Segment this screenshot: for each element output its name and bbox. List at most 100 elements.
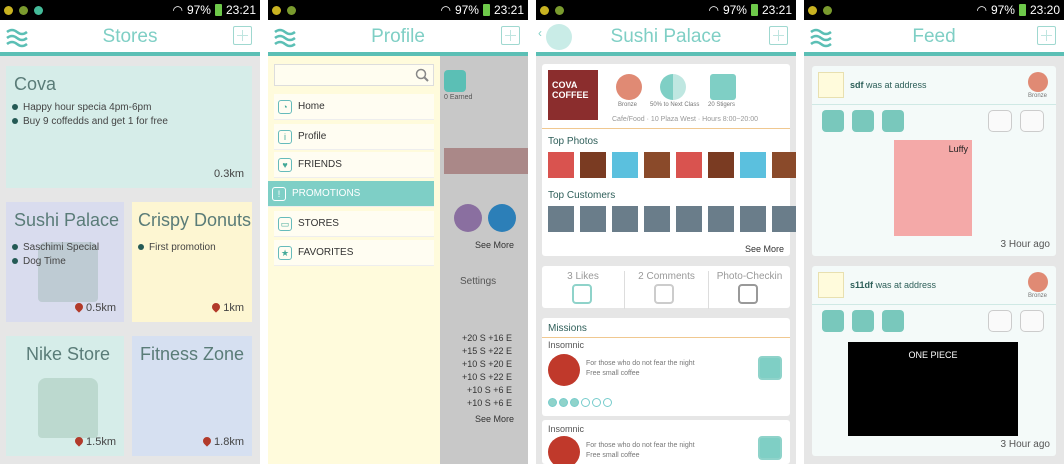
promo-line: Saschimi Special [12,242,99,253]
avatar[interactable] [818,72,844,98]
mission-avatar [548,354,580,386]
menu-item-profile[interactable]: i Profile [274,124,434,150]
meta-hours: Hours 8:00~20:00 [702,116,759,123]
comment-button[interactable] [654,284,674,304]
photo-thumbnail[interactable] [612,152,638,178]
store-card-sushi-palace[interactable]: Sushi Palace Saschimi Special Dog Time 0… [6,202,124,322]
battery-icon [750,4,758,16]
page-title: Sushi Palace [610,26,722,47]
badge-label: Bronze [1028,293,1048,299]
divider [812,304,1056,305]
menu-item-favorites[interactable]: ★ FAVORITES [274,240,434,266]
post-image[interactable]: ONE PIECE [848,342,1018,436]
comment-button[interactable] [1020,110,1044,132]
like-button[interactable] [988,310,1012,332]
store-card-fitness-zone[interactable]: Fitness Zone 1.8km [132,336,252,456]
status-bar: ◠ 97% 23:21 [268,0,528,20]
store-card-crispy-donuts[interactable]: Crispy Donuts First promotion 1km [132,202,252,322]
battery-level: 97% [454,3,479,17]
qr-scan-button[interactable] [1037,26,1056,45]
post-image[interactable]: Luffy [894,140,972,236]
meta-address: 10 Plaza West [650,116,696,123]
qr-scan-button[interactable] [233,26,252,45]
checkin-icon[interactable] [882,110,904,132]
post-user[interactable]: sdf [850,80,864,90]
store-distance: 1.8km [201,435,244,448]
menu-item-promotions[interactable]: ! PROMOTIONS [268,181,434,207]
customer-thumbnail[interactable] [708,206,734,232]
customer-thumbnail[interactable] [676,206,702,232]
divider [542,337,790,338]
customer-thumbnail[interactable] [644,206,670,232]
customer-thumbnail[interactable] [580,206,606,232]
photo-thumbnail[interactable] [772,152,796,178]
qr-scan-button[interactable] [769,26,788,45]
coord-row: +15 S +22 E [461,346,512,356]
photo-checkin-button[interactable] [738,284,758,304]
photo-thumbnail[interactable] [548,152,574,178]
photo-thumbnail[interactable] [708,152,734,178]
wifi-icon: ◠ [440,3,451,17]
shop-icon[interactable] [822,310,844,332]
battery-level: 97% [722,3,747,17]
photo-thumbnail[interactable] [676,152,702,178]
menu-label: Profile [298,131,327,142]
bronze-badge-icon [1028,272,1048,292]
customer-thumbnail[interactable] [772,206,796,232]
mission-progress-dots [548,394,614,412]
see-more-link[interactable]: See More [475,414,514,424]
mission-title: Insomnic [548,340,585,350]
mission-desc: For those who do not fear the night [586,360,695,367]
search-input[interactable] [274,64,434,86]
comment-icon[interactable] [852,310,874,332]
see-more-link[interactable]: See More [745,244,784,254]
settings-link[interactable]: Settings [460,276,496,287]
coords-list: +20 S +16 E +15 S +22 E +10 S +20 E +10 … [462,332,512,410]
menu-item-friends[interactable]: ♥ FRIENDS [274,152,434,178]
see-more-link[interactable]: See More [475,240,514,250]
location-pin-icon [73,435,85,447]
photo-thumbnail[interactable] [580,152,606,178]
store-name: Nike Store [26,344,111,364]
checkin-icon[interactable] [882,310,904,332]
progress-dot [559,398,568,407]
store-detail-screen: ◠ 97% 23:21 ‹ Sushi Palace COVA COFFEE Bro… [536,0,796,464]
menu-item-stores[interactable]: ▭ STORES [274,211,434,237]
customer-thumbnail[interactable] [740,206,766,232]
distance-value: 1.5km [86,436,116,448]
customer-thumbnail[interactable] [612,206,638,232]
mission-action-button[interactable] [758,356,782,380]
store-name: Crispy Donuts [138,210,252,230]
comment-icon[interactable] [852,110,874,132]
photo-thumbnail[interactable] [740,152,766,178]
comment-button[interactable] [1020,310,1044,332]
post-user[interactable]: s11df [850,280,873,290]
coord-row: +10 S +22 E [461,372,512,382]
shop-icon[interactable] [822,110,844,132]
like-button[interactable] [988,110,1012,132]
menu-item-home[interactable]: ◔ Home [274,94,434,120]
divider [812,104,1056,105]
like-button[interactable] [572,284,592,304]
location-pin-icon [73,301,85,313]
image-caption: Luffy [948,144,968,154]
post-action: was at address [875,280,937,290]
customer-thumbnail[interactable] [548,206,574,232]
qr-scan-button[interactable] [501,26,520,45]
section-title: Missions [548,323,587,334]
clock: 23:21 [761,3,792,17]
photo-thumbnail[interactable] [644,152,670,178]
coord-row: +10 S +20 E [461,359,512,369]
badge-label: Bronze [618,102,638,108]
promo-line: Happy hour specia 4pm-6pm [12,102,151,113]
app-icon [540,5,549,15]
app-icon [34,5,43,15]
post-time: 3 Hour ago [1000,439,1050,450]
store-card-nike-store[interactable]: Nike Store 1.5km [6,336,124,456]
top-bar: ‹ Sushi Palace [536,20,796,56]
avatar[interactable] [818,272,844,298]
store-card-cova[interactable]: Cova Happy hour specia 4pm-6pm Buy 9 cof… [6,66,252,188]
battery-level: 97% [186,3,211,17]
coord-row: +20 S +16 E [461,333,512,343]
mission-action-button[interactable] [758,436,782,460]
